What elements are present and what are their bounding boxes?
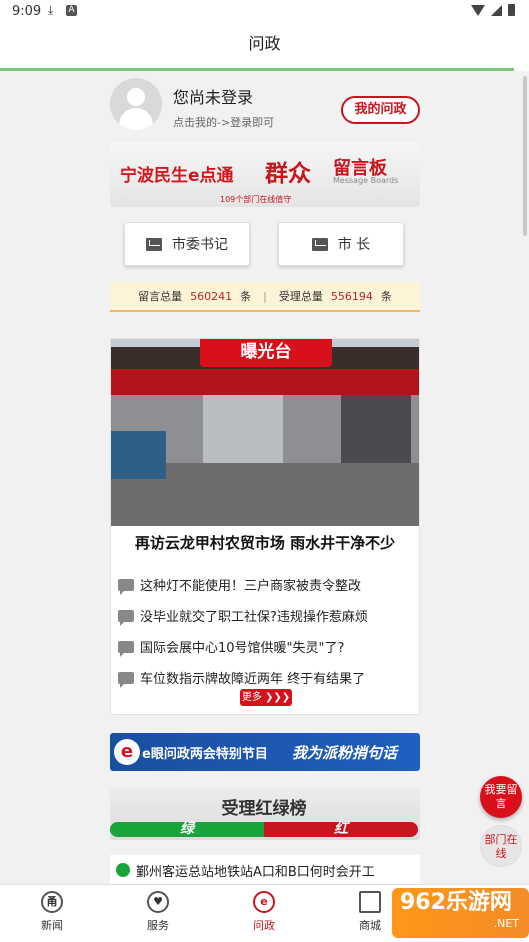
exposure-headline[interactable]: 再访云龙甲村农贸市场 雨水井干净不少 [111,532,419,553]
scrollbar[interactable] [523,76,527,236]
page-header: 问政 [0,24,529,71]
tab-news-label: 新闻 [41,919,63,932]
status-bar: 9:09 ⤓ A [0,0,529,24]
envelope-icon [311,237,328,251]
banner-subtitle: 109个部门在线值守 [220,195,292,204]
red-green-board: 受理红绿榜 绿 红 [110,788,420,840]
green-tab[interactable]: 绿 [110,822,264,837]
exposure-list: 这种灯不能使用！三户商家被责令整改 没毕业就交了职工社保?违规操作惹麻烦 国际会… [118,569,414,693]
avatar-head-shape [127,88,145,106]
photo-shutter [203,395,283,463]
mayor-label: 市 长 [337,237,371,253]
signal-icon [491,4,502,16]
red-green-item[interactable]: 鄞州客运总站地铁站A口和B口何时会开工 [110,855,420,885]
download-icon: ⤓ [48,3,54,17]
list-item[interactable]: 没毕业就交了职工社保?违规操作惹麻烦 [118,600,414,631]
banner-brand-text: 宁波民生e点通 [120,166,234,186]
watermark-logo: 962乐游网 .NET [392,888,529,938]
special-program-slogan: 我为派粉捎句话 [292,744,398,762]
banner-english-text: Message Boards [333,176,399,185]
tab-service[interactable]: ♥ 服务 [128,891,188,933]
status-icons [471,4,515,16]
handled-total-value: 556194 [330,289,373,303]
special-program-title: e眼问政两会特别节目 [142,747,268,762]
party-secretary-label: 市委书记 [172,237,228,253]
user-panel[interactable]: 您尚未登录 点击我的->登录即可 我的问政 [110,78,420,134]
tab-inquiry-label: 问政 [253,919,275,932]
message-total-value: 560241 [190,289,233,303]
message-board-banner[interactable]: 宁波民生e点通 群众 留言板 Message Boards 109个部门在线值守 [110,142,420,207]
tab-mall-label: 商城 [359,919,381,932]
handled-total-unit: 条 [380,290,392,303]
green-dot-icon [116,863,130,877]
status-time: 9:09 [12,4,42,19]
department-online-button[interactable]: 部门在线 [480,825,522,867]
red-tab[interactable]: 红 [264,822,418,837]
wifi-icon [471,4,485,16]
comment-icon [118,640,134,657]
my-inquiries-button[interactable]: 我的问政 [341,96,420,124]
photo-door [341,395,411,473]
comment-icon [118,671,134,688]
comment-icon [118,609,134,626]
mayor-button[interactable]: 市 长 [278,222,404,266]
avatar[interactable] [110,78,162,130]
e-logo-icon: e [114,739,140,765]
handled-total-label: 受理总量 [278,290,323,303]
message-total-label: 留言总量 [138,290,183,303]
photo-awning [111,369,419,395]
list-item-text: 国际会展中心10号馆供暖"失灵"了? [140,641,345,656]
watermark-sub: .NET [493,917,519,930]
envelope-icon [146,237,162,251]
list-item-text: 车位数指示牌故障近两年 终于有结果了 [140,672,366,687]
red-green-item-text: 鄞州客运总站地铁站A口和B口何时会开工 [136,864,375,880]
heart-icon: ♥ [147,891,169,913]
stats-separator: | [263,289,267,303]
battery-icon [508,4,515,16]
exposure-panel: 曝光台 再访云龙甲村农贸市场 雨水井干净不少 这种灯不能使用！三户商家被责令整改… [110,338,420,715]
special-program-banner[interactable]: e e眼问政两会特别节目 我为派粉捎句话 [110,733,420,771]
watermark-main: 962乐游网 [400,890,512,915]
exposure-tag: 曝光台 [200,339,332,367]
page-title: 问政 [248,34,281,53]
exposure-photo[interactable]: 曝光台 [111,339,419,526]
red-green-title: 受理红绿榜 [221,799,307,819]
message-total-unit: 条 [240,290,252,303]
login-hint: 点击我的->登录即可 [173,116,275,129]
party-secretary-button[interactable]: 市委书记 [124,222,250,266]
header-accent-line [0,68,514,71]
login-status[interactable]: 您尚未登录 [173,84,253,108]
leave-message-button[interactable]: 我要留言 [480,776,522,818]
cart-icon [359,891,381,913]
list-item[interactable]: 国际会展中心10号馆供暖"失灵"了? [118,631,414,662]
tab-inquiry[interactable]: e 问政 [234,891,294,933]
banner-big-text: 群众 [265,161,311,187]
tab-news[interactable]: 甬 新闻 [22,891,82,933]
tab-mall[interactable]: 商城 [340,891,400,933]
stats-bar: 留言总量 560241 条 | 受理总量 556194 条 [110,282,420,312]
list-item[interactable]: 这种灯不能使用！三户商家被责令整改 [118,569,414,600]
photo-truck [111,431,166,479]
more-button[interactable]: 更多 ❯❯❯ [240,689,292,706]
news-icon: 甬 [41,891,63,913]
e-icon: e [253,891,275,913]
tab-service-label: 服务 [147,919,169,932]
list-item-text: 没毕业就交了职工社保?违规操作惹麻烦 [140,610,368,625]
avatar-body-shape [119,108,153,130]
notification-a-icon: A [66,5,77,16]
list-item-text: 这种灯不能使用！三户商家被责令整改 [140,579,362,594]
comment-icon [118,578,134,595]
